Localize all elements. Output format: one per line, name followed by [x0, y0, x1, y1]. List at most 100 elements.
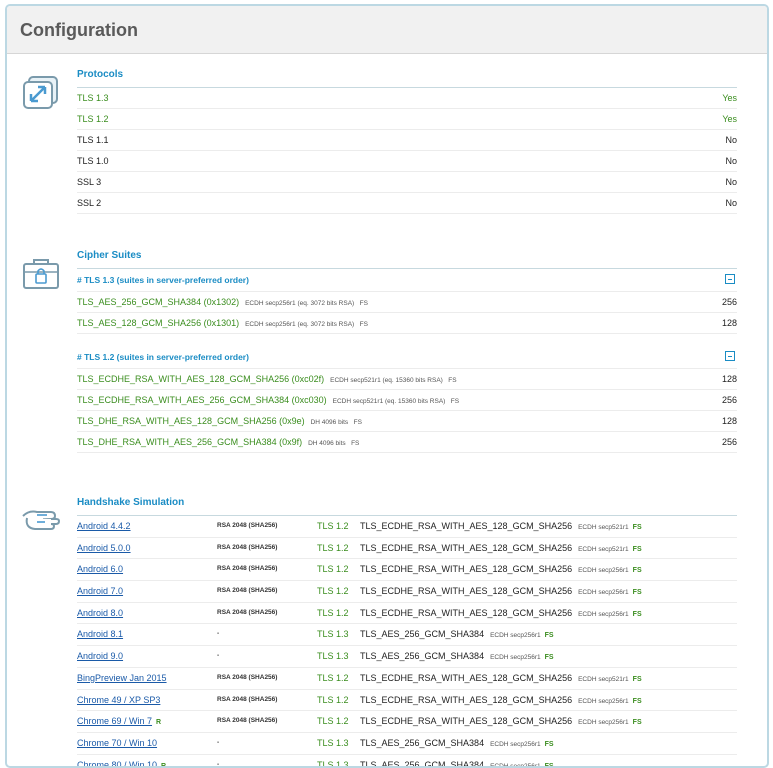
client-name[interactable]: Chrome 49 / XP SP3 — [77, 695, 160, 705]
protocol-support-value: Yes — [722, 93, 737, 103]
collapse-minus-icon[interactable] — [725, 274, 735, 284]
negotiated-cipher: TLS_AES_256_GCM_SHA384 ECDH secp256r1 FS — [360, 755, 554, 768]
forward-secrecy-flag: FS — [632, 610, 642, 618]
negotiated-cipher: TLS_ECDHE_RSA_WITH_AES_128_GCM_SHA256 ECD… — [360, 538, 642, 561]
negotiated-cipher: TLS_ECDHE_RSA_WITH_AES_128_GCM_SHA256 ECD… — [360, 559, 642, 582]
cipher-group-title-text: # TLS 1.2 (suites in server-preferred or… — [77, 352, 249, 362]
handshake-row: Android 4.4.2 RSA 2048 (SHA256) TLS 1.2 TLS… — [77, 516, 737, 538]
negotiated-cipher: TLS_AES_256_GCM_SHA384 ECDH secp256r1 FS — [360, 733, 554, 756]
protocols-table: Protocols TLS 1.3 Yes TLS 1.2 Yes TLS 1.1 No T… — [77, 68, 737, 214]
cipher-suite-row: TLS_DHE_RSA_WITH_AES_128_GCM_SHA256 (0x9… — [77, 411, 737, 432]
collapse-minus-icon[interactable] — [725, 351, 735, 361]
client-name[interactable]: Chrome 69 / Win 7 — [77, 716, 152, 726]
handshake-row: Chrome 80 / Win 10 R - TLS 1.3 TLS_AES_256_G… — [77, 755, 737, 768]
cipher-suite-detail: ECDH secp256r1 (eq. 3072 bits RSA) FS — [245, 300, 368, 307]
protocol-support-value: No — [725, 177, 737, 187]
forward-secrecy-flag: FS — [632, 524, 642, 531]
client-name[interactable]: Android 8.1 — [77, 629, 123, 639]
client-link[interactable]: BingPreview Jan 2015 — [77, 668, 167, 689]
cipher-suite-detail: ECDH secp256r1 (eq. 3072 bits RSA) FS — [245, 321, 368, 328]
client-name[interactable]: Android 9.0 — [77, 651, 123, 661]
cipher-suite-name: TLS_DHE_RSA_WITH_AES_256_GCM_SHA384 (0x9… — [77, 437, 303, 447]
negotiated-cipher: TLS_ECDHE_RSA_WITH_AES_128_GCM_SHA256 ECD… — [360, 603, 642, 626]
negotiated-protocol: TLS 1.2 — [317, 694, 349, 705]
cipher-suite-detail: DH 4096 bits FS — [310, 419, 362, 426]
key-exchange: ECDH secp256r1 — [578, 610, 629, 618]
negotiated-protocol: TLS 1.3 — [317, 651, 349, 662]
negotiated-cipher: TLS_ECDHE_RSA_WITH_AES_128_GCM_SHA256 ECD… — [360, 690, 642, 713]
protocol-name: TLS 1.0 — [77, 156, 109, 166]
client-link[interactable]: Android 7.0 — [77, 581, 123, 602]
client-link[interactable]: Android 4.4.2 — [77, 516, 131, 537]
forward-secrecy-flag: FS — [632, 719, 642, 727]
client-link[interactable]: Android 5.0.0 — [77, 538, 131, 559]
client-name[interactable]: Android 4.4.2 — [77, 521, 131, 531]
cipher-suite-row: TLS_ECDHE_RSA_WITH_AES_256_GCM_SHA384 (0… — [77, 390, 737, 411]
client-name[interactable]: Chrome 70 / Win 10 — [77, 738, 157, 748]
key-exchange: ECDH secp256r1 — [578, 697, 629, 705]
client-link[interactable]: Chrome 80 / Win 10 R — [77, 755, 166, 766]
client-name[interactable]: Android 7.0 — [77, 586, 123, 596]
reference-browser-marker: R — [156, 719, 162, 727]
protocol-name: TLS 1.1 — [77, 135, 109, 145]
negotiated-cipher: TLS_AES_256_GCM_SHA384 ECDH secp256r1 FS — [360, 624, 554, 647]
client-link[interactable]: Android 8.1 — [77, 624, 123, 645]
client-link[interactable]: Android 8.0 — [77, 603, 123, 624]
client-name[interactable]: Android 6.0 — [77, 564, 123, 574]
protocol-name: TLS 1.3 — [77, 93, 109, 103]
forward-secrecy-flag: FS — [544, 762, 554, 768]
server-key: RSA 2048 (SHA256) — [217, 565, 278, 573]
server-key: RSA 2048 (SHA256) — [217, 695, 278, 703]
cipher-suites-table: Cipher Suites # TLS 1.3 (suites in serve… — [77, 249, 737, 453]
cipher-name: TLS_ECDHE_RSA_WITH_AES_128_GCM_SHA256 — [360, 694, 573, 705]
cipher-name: TLS_ECDHE_RSA_WITH_AES_128_GCM_SHA256 — [360, 586, 573, 597]
page-title: Configuration — [20, 20, 138, 40]
cipher-name: TLS_ECDHE_RSA_WITH_AES_128_GCM_SHA256 — [360, 542, 573, 553]
client-name[interactable]: Android 5.0.0 — [77, 543, 131, 553]
client-name[interactable]: Android 8.0 — [77, 608, 123, 618]
cipher-suite-row: TLS_ECDHE_RSA_WITH_AES_128_GCM_SHA256 (0… — [77, 369, 737, 390]
cipher-suite-bits: 128 — [721, 318, 737, 328]
negotiated-protocol: TLS 1.2 — [317, 716, 349, 727]
handshake-row: Android 5.0.0 RSA 2048 (SHA256) TLS 1.2 TLS… — [77, 538, 737, 560]
client-name[interactable]: BingPreview Jan 2015 — [77, 673, 167, 683]
protocol-row: TLS 1.0 No — [77, 151, 737, 172]
protocol-row: TLS 1.1 No — [77, 130, 737, 151]
forward-secrecy-flag: FS — [632, 675, 642, 683]
client-link[interactable]: Chrome 49 / XP SP3 — [77, 690, 160, 711]
configuration-panel: Configuration Protocols TLS 1.3 Yes TLS 1.… — [5, 4, 769, 768]
forward-secrecy-flag: FS — [544, 654, 554, 662]
cipher-suite-bits: 256 — [721, 297, 737, 307]
cipher-suite-bits: 128 — [721, 416, 737, 426]
key-exchange: ECDH secp256r1 — [490, 762, 541, 768]
protocol-name: SSL 2 — [77, 198, 102, 208]
handshake-row: Chrome 69 / Win 7 R RSA 2048 (SHA256) TLS 1… — [77, 711, 737, 733]
negotiated-cipher: TLS_ECDHE_RSA_WITH_AES_128_GCM_SHA256 ECD… — [360, 711, 642, 734]
key-exchange: ECDH secp256r1 — [490, 740, 541, 748]
cipher-group: # TLS 1.3 (suites in server-preferred or… — [77, 269, 737, 334]
key-exchange: ECDH secp256r1 — [490, 632, 541, 640]
handshake-row: Android 9.0 - TLS 1.3 TLS_AES_256_GCM_SHA38… — [77, 646, 737, 668]
forward-secrecy-flag: FS — [544, 632, 554, 640]
client-link[interactable]: Chrome 69 / Win 7 R — [77, 711, 161, 734]
client-link[interactable]: Chrome 70 / Win 10 — [77, 733, 157, 754]
negotiated-protocol: TLS 1.2 — [317, 672, 349, 683]
cipher-name: TLS_ECDHE_RSA_WITH_AES_128_GCM_SHA256 — [360, 564, 573, 575]
expand-arrows-icon — [21, 74, 61, 110]
forward-secrecy-flag: FS — [632, 545, 642, 553]
negotiated-protocol: TLS 1.3 — [317, 629, 349, 640]
key-exchange: ECDH secp521r1 — [578, 524, 629, 531]
protocol-name: TLS 1.2 — [77, 114, 109, 124]
protocols-title: Protocols — [77, 68, 737, 88]
cipher-group-title: # TLS 1.3 (suites in server-preferred or… — [77, 269, 737, 292]
client-name[interactable]: Chrome 80 / Win 10 — [77, 760, 157, 766]
handshake-title: Handshake Simulation — [77, 496, 737, 516]
cipher-suite-name: TLS_ECDHE_RSA_WITH_AES_256_GCM_SHA384 (0… — [77, 395, 327, 405]
cipher-suite-row: TLS_AES_256_GCM_SHA384 (0x1302) ECDH secp… — [77, 292, 737, 313]
cipher-suite-bits: 128 — [721, 374, 737, 384]
key-exchange: ECDH secp521r1 — [578, 545, 629, 553]
negotiated-cipher: TLS_AES_256_GCM_SHA384 ECDH secp256r1 FS — [360, 646, 554, 669]
cipher-name: TLS_AES_256_GCM_SHA384 — [360, 651, 485, 662]
client-link[interactable]: Android 6.0 — [77, 559, 123, 580]
client-link[interactable]: Android 9.0 — [77, 646, 123, 667]
